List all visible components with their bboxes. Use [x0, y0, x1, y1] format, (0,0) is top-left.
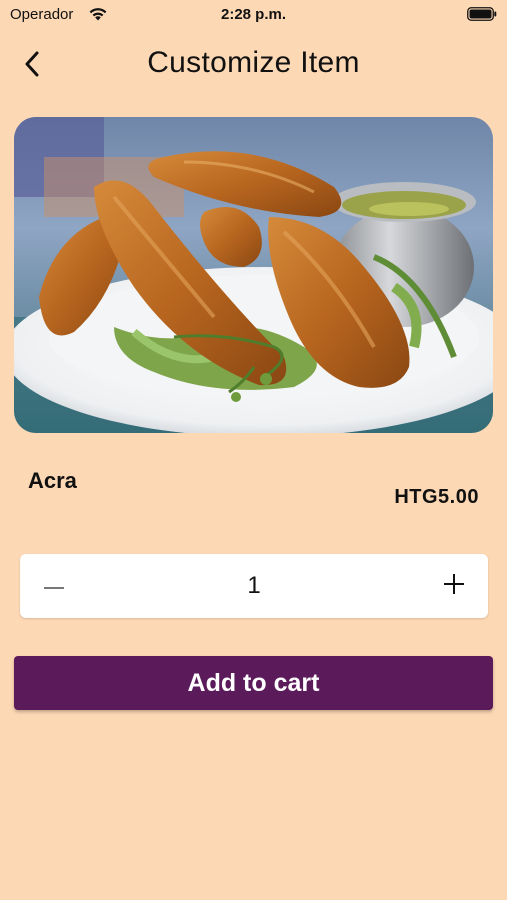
quantity-value: 1 [247, 572, 261, 599]
item-price: HTG5.00 [394, 486, 479, 508]
status-time: 2:28 p.m. [220, 6, 287, 23]
page-title: Customize Item [147, 46, 360, 79]
item-name: Acra [28, 468, 77, 493]
item-image [14, 117, 493, 433]
add-to-cart-button[interactable]: Add to cart [14, 656, 493, 710]
quantity-stepper: 1 [20, 554, 488, 618]
increase-quantity-button[interactable] [434, 566, 474, 606]
battery-icon [467, 7, 497, 21]
plus-icon [443, 573, 465, 600]
status-bar: Operador 2:28 p.m. [0, 0, 507, 30]
